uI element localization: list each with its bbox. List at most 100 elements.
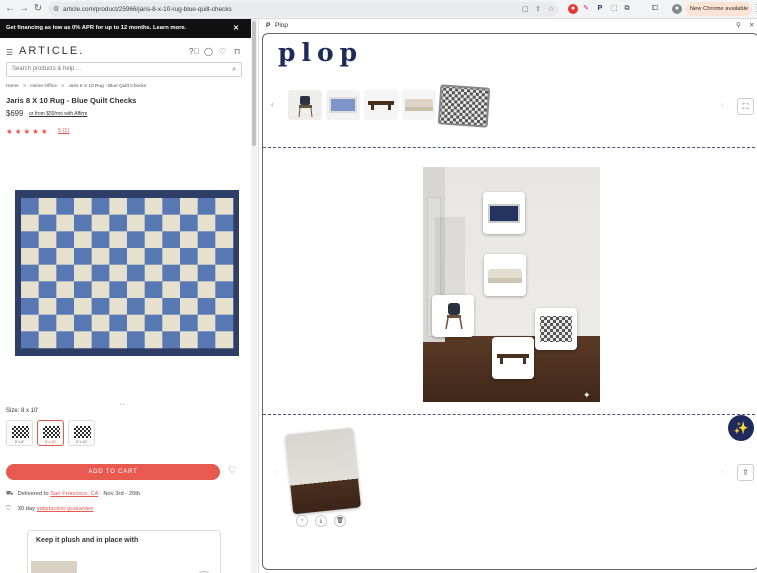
guarantee-prefix: 30 day [17,506,36,512]
plop-side-panel: P Plop ⚲ ✕ plop ‹ › ⛶ ✦ ✨ ‹ ↑ ⤓ 🗑 › ⇪ [258,19,757,573]
bookmark-star-icon[interactable]: ☆ [548,2,554,17]
plop-app-icon: P [266,22,271,29]
product-page: Get financing as low as 0% APR for up to… [0,19,257,573]
wishlist-heart-icon[interactable]: ♡ [228,465,236,476]
size-label: Size: 8 x 10' [6,408,39,414]
product-title: Jaris 8 X 10 Rug - Blue Quilt Checks [6,96,137,105]
rug-icon [439,86,489,126]
copy-icon[interactable]: ▢ [522,2,529,17]
cart-icon[interactable]: ⊓ [234,47,240,56]
product-price: $699 [6,109,24,118]
promo-bar[interactable]: Get financing as low as 0% APR for up to… [0,19,251,38]
placed-coffee-table[interactable] [492,337,534,379]
extension-icon[interactable]: ⬚ [609,4,619,14]
placed-rug[interactable] [535,308,577,350]
size-thumbnail [43,426,60,438]
size-thumbnail [12,426,29,438]
delivery-location-link[interactable]: San Francisco, CA [50,491,98,497]
size-thumbnail [74,426,91,438]
thumbnail-sofa[interactable] [402,90,436,120]
product-image[interactable] [15,190,239,356]
chevron-left-icon[interactable]: ‹ [274,467,277,476]
guarantee-link[interactable]: satisfaction guarantee [37,506,94,512]
size-option-label: 9' x 12' [75,440,88,444]
size-option-selected[interactable]: 8' x 10' [37,420,64,446]
size-option-label: 5' x 8' [14,440,25,444]
extensions-puzzle-icon[interactable]: ⧉ [622,4,632,14]
artwork-icon [329,97,357,113]
site-logo[interactable]: ARTICLE. [19,45,84,57]
address-bar[interactable]: ⚙ article.com/product/25966/jaris-8-x-10… [48,2,558,17]
magic-wand-button[interactable]: ✨ [728,415,754,441]
chair-icon [298,96,313,118]
thumbnail-coffee-table[interactable] [364,90,398,120]
close-icon[interactable]: ✕ [233,19,239,38]
artwork-icon [488,204,520,223]
new-chrome-button[interactable]: New Chrome available [686,2,752,16]
breadcrumb-separator: > [61,84,65,89]
menu-icon[interactable]: ⋮ [752,3,757,15]
breadcrumb: Home > Home Office > Jaris 8 X 10 Rug - … [6,84,149,89]
download-icon[interactable]: ⤓ [315,515,327,527]
placed-sofa[interactable] [484,254,526,296]
thumbnail-blue-artwork[interactable] [326,90,360,120]
browser-toolbar: ← → ↻ ⚙ article.com/product/25966/jaris-… [0,0,757,19]
breadcrumb-home-office[interactable]: Home Office [30,84,57,89]
rug-icon [540,316,572,342]
help-icon[interactable]: ?⃝ [189,47,199,56]
thumbnail-chair[interactable] [288,90,322,120]
size-option-label: 8' x 10' [44,440,57,444]
size-option[interactable]: 9' x 12' [68,420,95,446]
fullscreen-button[interactable]: ⛶ [737,98,754,115]
search-input[interactable]: Search products & help ... ⌕ [6,62,242,77]
chevron-right-icon[interactable]: › [721,467,724,476]
upload-icon[interactable]: ↑ [296,515,308,527]
tab-search-icon[interactable]: ⧠ [650,4,660,14]
breadcrumb-separator: > [23,84,26,89]
back-icon[interactable]: ← [4,3,16,15]
placed-chair[interactable] [432,295,474,337]
thumbnail-checkered-rug[interactable] [437,84,491,128]
chair-icon [445,303,463,330]
delivery-info: ⛟ Delivered to San Francisco, CA · Nov 3… [6,491,140,498]
profile-avatar-icon[interactable]: ● [672,4,682,14]
pin-icon[interactable]: ⚲ [736,19,741,32]
extension-icon[interactable]: ✎ [581,4,591,14]
room-photo-thumbnail[interactable] [285,427,361,515]
hamburger-menu-icon[interactable]: ☰ [6,48,13,57]
placed-artwork[interactable] [483,192,525,234]
delivery-prefix: Delivered to [17,491,49,497]
delivery-dates: · Nov 3rd - 20th [99,491,141,497]
shield-icon: ⛉ [6,506,11,512]
divider [263,147,757,148]
scrollbar-thumb[interactable] [252,21,256,146]
table-icon [497,354,529,364]
chevron-left-icon[interactable]: ‹ [271,100,274,109]
breadcrumb-home[interactable]: Home [6,84,19,89]
affirm-link[interactable]: or from $59/mo with Affirm [29,111,87,117]
sofa-icon [488,269,522,283]
extension-icon[interactable]: ● [568,4,578,14]
url-text: article.com/product/25966/jaris-8-x-10-r… [63,6,232,13]
carousel-dots[interactable]: • • [120,402,125,408]
wishlist-heart-icon[interactable]: ♡ [219,47,226,56]
forward-icon[interactable]: → [18,3,30,15]
truck-icon: ⛟ [6,491,14,497]
rug-pad-image[interactable] [31,561,77,573]
site-info-icon[interactable]: ⚙ [53,2,59,17]
reload-icon[interactable]: ↻ [32,3,44,15]
share-icon[interactable]: ⇪ [535,2,541,17]
guarantee-info: ⛉ 30 day satisfaction guarantee [6,506,93,513]
chevron-right-icon[interactable]: › [721,100,724,109]
size-option[interactable]: 5' x 8' [6,420,33,446]
close-icon[interactable]: ✕ [749,19,754,32]
account-icon[interactable]: ◯ [204,47,213,56]
trash-icon[interactable]: 🗑 [334,515,346,527]
share-button[interactable]: ⇪ [737,464,754,481]
plop-extension-icon[interactable]: P [595,4,605,14]
search-icon[interactable]: ⌕ [232,63,236,76]
sofa-icon [405,99,433,111]
upsell-card: Keep it plush and in place with [27,530,221,573]
reviews-link[interactable]: 5 (1) [58,128,69,134]
add-to-cart-button[interactable]: ADD TO CART [6,464,220,480]
